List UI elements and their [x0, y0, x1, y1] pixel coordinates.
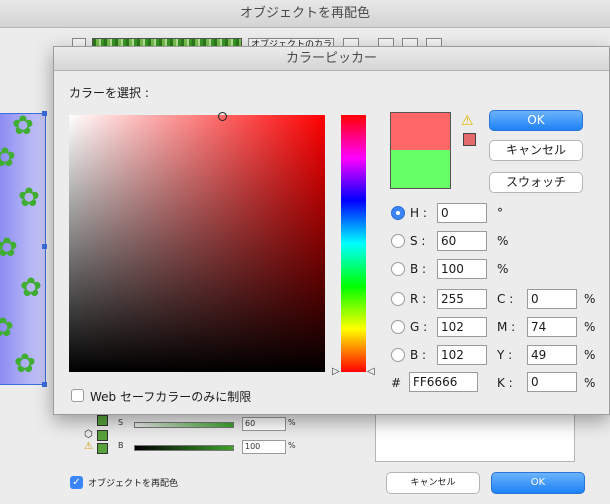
recolor-artwork-label: オブジェクトを再配色 [88, 479, 179, 489]
yellow-label: Y : [497, 348, 513, 362]
color-field-marker[interactable] [218, 112, 227, 121]
brightness-slider[interactable] [134, 445, 234, 451]
percent-unit: % [584, 348, 596, 362]
green-input[interactable]: 102 [437, 317, 487, 337]
blue-label: B : [410, 348, 427, 362]
warning-icon: ⚠ [84, 441, 93, 452]
saturation-brightness-field[interactable] [69, 115, 325, 372]
cyan-label: C : [497, 292, 514, 306]
slider-letter-b: B [118, 441, 124, 450]
percent-unit: % [584, 292, 596, 306]
hex-label: # [391, 376, 402, 390]
slider-letter-s: S [118, 418, 124, 427]
green-radio[interactable] [391, 320, 405, 334]
ok-button[interactable]: OK [489, 110, 583, 131]
new-color-preview [390, 112, 451, 150]
color-list-box[interactable] [375, 410, 575, 462]
hue-label: H : [410, 206, 427, 220]
saturation-input[interactable]: 60 [242, 417, 286, 431]
percent-unit: % [584, 320, 596, 334]
red-label: R : [410, 292, 427, 306]
hue-radio[interactable] [391, 206, 405, 220]
green-label: G : [410, 320, 428, 334]
color-picker-title: カラーピッカー [54, 47, 609, 71]
hue-slider[interactable] [341, 115, 366, 372]
cancel-button[interactable]: キャンセル [489, 140, 583, 161]
black-input[interactable]: 0 [527, 372, 577, 392]
brightness-slider-row: B 100 % [80, 440, 310, 456]
saturation-label: S : [410, 234, 426, 248]
degree-unit: ° [497, 206, 503, 220]
brightness-unit: % [288, 441, 296, 450]
brightness-input[interactable]: 100 [437, 259, 487, 279]
magenta-input[interactable]: 74 [527, 317, 577, 337]
selection-handle[interactable] [42, 111, 47, 116]
magenta-label: M : [497, 320, 516, 334]
percent-unit: % [497, 262, 509, 276]
color-picker-dialog: カラーピッカー カラーを選択 : ▷ ◁ Web セーフカラーのみに制限 ⚠ O… [53, 46, 610, 415]
web-safe-label: Web セーフカラーのみに制限 [90, 390, 252, 404]
red-radio[interactable] [391, 292, 405, 306]
recolor-ok-button[interactable]: OK [491, 472, 585, 494]
out-of-gamut-warning-icon[interactable]: ⚠ [461, 113, 474, 129]
select-color-label: カラーを選択 : [69, 86, 149, 100]
yellow-input[interactable]: 49 [527, 345, 577, 365]
brightness-input[interactable]: 100 [242, 440, 286, 454]
recolor-window-title: オブジェクトを再配色 [0, 0, 610, 28]
percent-unit: % [584, 376, 596, 390]
hue-slider-right-arrow-icon[interactable]: ◁ [367, 366, 375, 377]
selection-handle[interactable] [42, 244, 47, 249]
cyan-input[interactable]: 0 [527, 289, 577, 309]
saturation-slider[interactable] [134, 422, 234, 428]
hue-slider-left-arrow-icon[interactable]: ▷ [332, 366, 340, 377]
selection-bounding-box [0, 113, 46, 385]
web-safe-checkbox[interactable] [71, 389, 84, 402]
gamut-correction-swatch[interactable] [463, 133, 476, 146]
original-color-preview[interactable] [390, 150, 451, 189]
black-label: K : [497, 376, 513, 390]
saturation-unit: % [288, 418, 296, 427]
saturation-slider-row: S 60 % [80, 417, 310, 433]
percent-unit: % [497, 234, 509, 248]
brightness-label: B : [410, 262, 427, 276]
hue-input[interactable]: 0 [437, 203, 487, 223]
brightness-radio[interactable] [391, 262, 405, 276]
blue-radio[interactable] [391, 348, 405, 362]
selection-handle[interactable] [42, 382, 47, 387]
recolor-artwork-checkbox[interactable]: ✓ [70, 476, 83, 489]
hex-input[interactable]: FF6666 [409, 372, 478, 392]
red-input[interactable]: 255 [437, 289, 487, 309]
cube-icon: ⬡ [84, 429, 93, 440]
recolor-cancel-button[interactable]: キャンセル [386, 472, 480, 494]
color-swatch[interactable] [97, 443, 108, 454]
saturation-radio[interactable] [391, 234, 405, 248]
saturation-input[interactable]: 60 [437, 231, 487, 251]
blue-input[interactable]: 102 [437, 345, 487, 365]
swatches-button[interactable]: スウォッチ [489, 172, 583, 193]
